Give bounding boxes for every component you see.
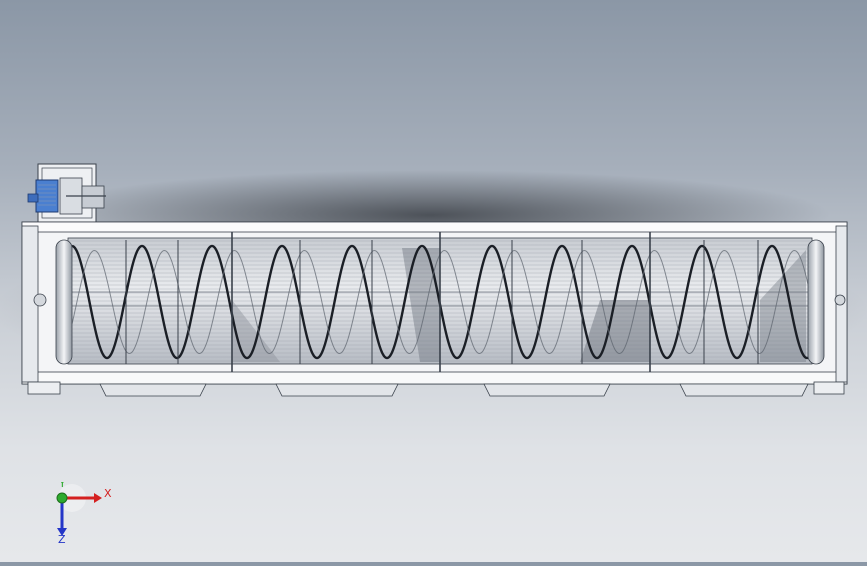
y-axis-dot bbox=[56, 492, 68, 504]
3d-viewport[interactable]: X Y Z bbox=[0, 0, 867, 562]
left-foot bbox=[27, 381, 61, 395]
hopper-4 bbox=[679, 383, 809, 397]
top-rail bbox=[21, 221, 848, 233]
hopper-2 bbox=[275, 383, 399, 397]
screw-conveyor-model[interactable] bbox=[0, 0, 867, 562]
coordinate-triad[interactable]: X Y Z bbox=[50, 482, 120, 544]
hopper-3 bbox=[483, 383, 611, 397]
coupling bbox=[81, 185, 105, 209]
motor-flange bbox=[27, 193, 39, 203]
bottom-rail bbox=[21, 371, 848, 385]
x-axis-label: X bbox=[104, 487, 112, 500]
left-bearing bbox=[33, 293, 47, 307]
right-foot bbox=[813, 381, 845, 395]
y-axis-label: Y bbox=[58, 482, 66, 490]
hopper-1 bbox=[99, 383, 207, 397]
hoppers[interactable] bbox=[99, 383, 809, 397]
right-bearing bbox=[834, 294, 846, 306]
left-end-cap bbox=[55, 239, 73, 365]
motor-fins bbox=[38, 184, 56, 208]
drive-assembly[interactable] bbox=[27, 163, 106, 223]
x-axis-head bbox=[94, 493, 102, 503]
z-axis-label: Z bbox=[58, 533, 66, 544]
right-end-cap bbox=[807, 239, 825, 365]
